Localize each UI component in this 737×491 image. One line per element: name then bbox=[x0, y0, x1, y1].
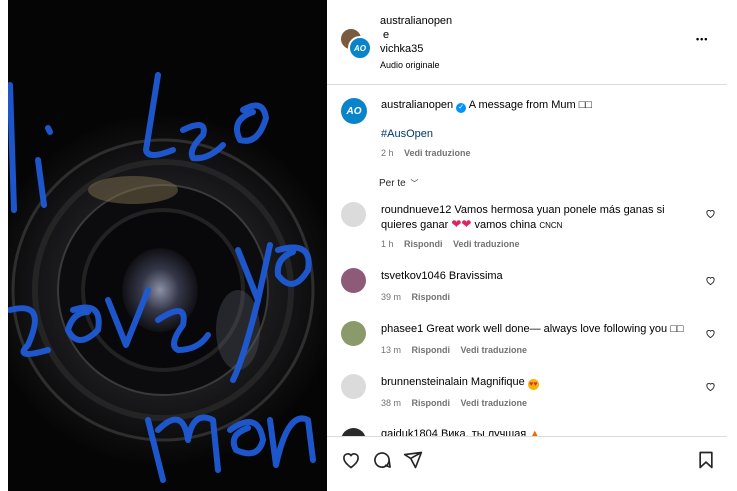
comment-5-line1: gaiduk1804 Вика, ты лучшая ▲ bbox=[381, 427, 540, 436]
comment-2-meta: 39 m Rispondi bbox=[381, 290, 450, 304]
more-options-icon[interactable]: ••• bbox=[696, 34, 708, 44]
caption-text: A message from Mum □□ bbox=[468, 99, 593, 111]
actions-divider bbox=[327, 436, 727, 437]
comment-1-meta: 1 h Rispondi Vedi traduzione bbox=[381, 237, 520, 251]
camera-lens-image bbox=[8, 0, 327, 491]
caption-time: 2 h bbox=[381, 148, 394, 158]
red-heart-icon: ❤❤ bbox=[451, 217, 472, 231]
like-heart-icon[interactable] bbox=[705, 328, 716, 339]
comment-3-translate[interactable]: Vedi traduzione bbox=[461, 345, 528, 355]
comment-3-text1: Great work well done— always love follow… bbox=[426, 323, 684, 335]
caption-line: australianopen ✓ A message from Mum □□ bbox=[381, 98, 592, 113]
comment-4-username[interactable]: brunnensteinalain bbox=[381, 376, 468, 388]
like-icon[interactable] bbox=[341, 450, 361, 470]
comment-filter[interactable]: Per te ﹀ bbox=[379, 177, 418, 191]
ao-logo-icon: AO bbox=[354, 43, 366, 53]
comment-2-username[interactable]: tsvetkov1046 bbox=[381, 270, 446, 282]
comment-1-reply[interactable]: Rispondi bbox=[404, 239, 443, 249]
comment-5-text1: Вика, ты лучшая bbox=[440, 428, 527, 436]
fire-emoji-icon: ▲ bbox=[529, 428, 541, 436]
header-username-2[interactable]: vichka35 bbox=[380, 42, 423, 56]
avatar-roundnueve12[interactable] bbox=[341, 202, 366, 227]
hashtag-link[interactable]: #AusOpen bbox=[381, 127, 433, 141]
audio-label[interactable]: Audio originale bbox=[380, 58, 440, 72]
comment-4-line1: brunnensteinalain Magnifique ♥♥ bbox=[381, 375, 539, 390]
comment-4-translate[interactable]: Vedi traduzione bbox=[461, 398, 528, 408]
header-username-1[interactable]: australianopen bbox=[380, 14, 452, 28]
header-divider bbox=[327, 84, 727, 85]
comment-icon[interactable] bbox=[372, 450, 392, 470]
comment-5-username[interactable]: gaiduk1804 bbox=[381, 428, 438, 436]
caption-username[interactable]: australianopen bbox=[381, 99, 453, 111]
comment-1-username[interactable]: roundnueve12 bbox=[381, 204, 451, 216]
comment-4-time: 38 m bbox=[381, 398, 402, 408]
filter-label: Per te bbox=[379, 178, 406, 189]
comment-2-line1: tsvetkov1046 Bravissima bbox=[381, 269, 503, 283]
comment-1-text2: quieres ganar bbox=[381, 219, 449, 231]
comment-1-tail-small: CNCN bbox=[539, 221, 563, 230]
comment-4-text1: Magnifique bbox=[470, 376, 525, 388]
comment-3-reply[interactable]: Rispondi bbox=[412, 345, 451, 355]
comment-5-clip: gaiduk1804 Вика, ты лучшая ▲ bbox=[327, 424, 727, 436]
comment-4-reply[interactable]: Rispondi bbox=[412, 398, 451, 408]
comment-3-line1: phasee1 Great work well done— always lov… bbox=[381, 322, 684, 336]
comment-1-line2: quieres ganar ❤❤ vamos china CNCN bbox=[381, 217, 562, 233]
comment-2-time: 39 m bbox=[381, 292, 402, 302]
like-heart-icon[interactable] bbox=[705, 275, 716, 286]
save-bookmark-icon[interactable] bbox=[696, 450, 716, 470]
avatar-australianopen[interactable]: AO bbox=[341, 98, 367, 124]
verified-badge-icon: ✓ bbox=[456, 103, 467, 113]
comment-3-meta: 13 m Rispondi Vedi traduzione bbox=[381, 343, 527, 357]
avatar-gaiduk1804[interactable] bbox=[341, 428, 366, 436]
comment-3-time: 13 m bbox=[381, 345, 402, 355]
header-joiner: e bbox=[383, 29, 390, 41]
ao-logo-icon: AO bbox=[346, 105, 362, 117]
avatar-tsvetkov1046[interactable] bbox=[341, 268, 366, 293]
comment-1-tail: vamos china bbox=[474, 219, 537, 231]
comment-1-text1: Vamos hermosa yuan ponele más ganas si bbox=[454, 204, 665, 216]
chevron-down-icon: ﹀ bbox=[410, 179, 419, 188]
caption-meta: 2 h Vedi traduzione bbox=[381, 146, 471, 160]
avatar-brunnensteinalain[interactable] bbox=[341, 374, 366, 399]
comment-2-reply[interactable]: Rispondi bbox=[412, 292, 451, 302]
like-heart-icon[interactable] bbox=[705, 381, 716, 392]
avatar-phasee1[interactable] bbox=[341, 321, 366, 346]
comment-3-username[interactable]: phasee1 bbox=[381, 323, 423, 335]
share-icon[interactable] bbox=[403, 450, 423, 470]
comment-1-time: 1 h bbox=[381, 239, 394, 249]
caption-translate-link[interactable]: Vedi traduzione bbox=[404, 148, 471, 158]
comment-4-meta: 38 m Rispondi Vedi traduzione bbox=[381, 396, 527, 410]
comment-2-text1: Bravissima bbox=[448, 270, 503, 282]
avatar-australianopen-small[interactable]: AO bbox=[348, 36, 372, 60]
comment-1-translate[interactable]: Vedi traduzione bbox=[453, 239, 520, 249]
comment-1-line1: roundnueve12 Vamos hermosa yuan ponele m… bbox=[381, 203, 665, 217]
post-viewer: AO australianopen e vichka35 Audio origi… bbox=[0, 0, 737, 491]
like-heart-icon[interactable] bbox=[705, 208, 716, 219]
heart-eyes-emoji-icon: ♥♥ bbox=[527, 379, 539, 390]
post-media[interactable] bbox=[8, 0, 327, 491]
